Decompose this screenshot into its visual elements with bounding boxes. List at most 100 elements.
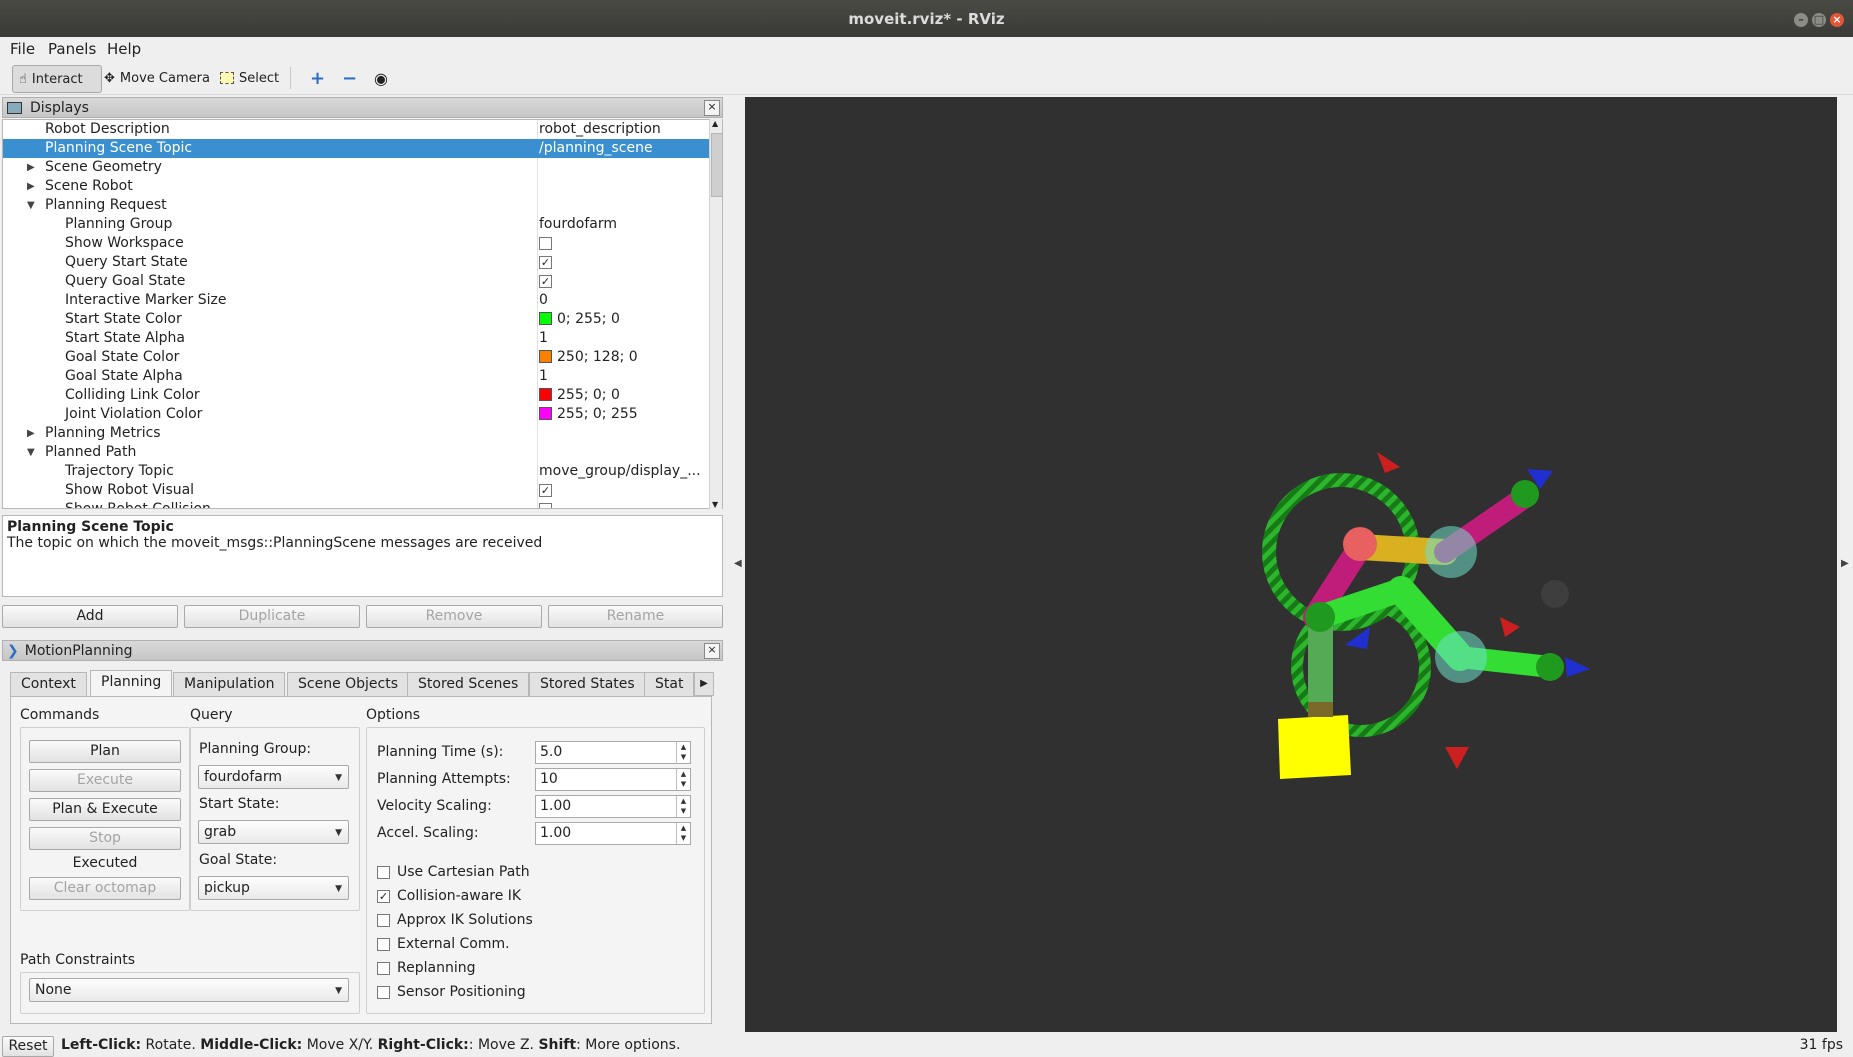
maximize-icon[interactable]: □ bbox=[1812, 13, 1826, 27]
checkbox[interactable] bbox=[539, 502, 552, 508]
tree-row-selected[interactable]: Planning Scene Topic/planning_scene bbox=[3, 139, 709, 158]
tree-row[interactable]: Show Workspace bbox=[3, 234, 709, 253]
sensor-positioning-checkbox[interactable]: Sensor Positioning bbox=[377, 984, 526, 1000]
move-camera-tool-button[interactable]: ✥ Move Camera bbox=[98, 65, 216, 91]
marker-arrow[interactable] bbox=[1377, 452, 1400, 473]
tab-planning[interactable]: Planning bbox=[90, 670, 173, 697]
tree-row[interactable]: Show Robot Collision bbox=[3, 500, 709, 508]
tree-row[interactable]: Start State Color 0; 255; 0 bbox=[3, 310, 709, 329]
tree-row[interactable]: Query Goal State ✓ bbox=[3, 272, 709, 291]
menu-panels[interactable]: Panels bbox=[48, 40, 96, 58]
marker-arrow[interactable] bbox=[1500, 617, 1520, 637]
expand-arrow-icon[interactable]: ▶ bbox=[27, 424, 35, 443]
spin-arrows-icon[interactable]: ▲ ▼ bbox=[676, 796, 690, 817]
plan-execute-button[interactable]: Plan & Execute bbox=[29, 798, 181, 821]
rename-button[interactable]: Rename bbox=[548, 605, 723, 628]
collapse-right-icon[interactable]: ▶ bbox=[1841, 558, 1849, 569]
minimize-icon[interactable]: – bbox=[1794, 13, 1808, 27]
expand-arrow-icon[interactable]: ▶ bbox=[27, 158, 35, 177]
collapse-arrow-icon[interactable]: ▼ bbox=[27, 196, 35, 215]
expand-arrow-icon[interactable]: ▶ bbox=[27, 177, 35, 196]
spin-arrows-icon[interactable]: ▲ ▼ bbox=[676, 823, 690, 844]
tree-row[interactable]: Joint Violation Color 255; 0; 255 bbox=[3, 405, 709, 424]
tree-row[interactable]: Goal State Alpha 1 bbox=[3, 367, 709, 386]
checkbox[interactable]: ✓ bbox=[377, 889, 390, 903]
tree-row[interactable]: Colliding Link Color 255; 0; 0 bbox=[3, 386, 709, 405]
scrollbar-thumb[interactable] bbox=[711, 133, 723, 197]
minus-icon[interactable]: − bbox=[336, 65, 363, 91]
accel-scaling-spinbox[interactable]: 1.00 ▲ ▼ bbox=[535, 822, 691, 845]
collision-aware-ik-checkbox[interactable]: ✓ Collision-aware IK bbox=[377, 888, 521, 904]
checkbox[interactable] bbox=[377, 865, 390, 879]
planning-group-select[interactable]: fourdofarm ▼ bbox=[198, 765, 349, 789]
replanning-checkbox[interactable]: Replanning bbox=[377, 960, 475, 976]
tree-row[interactable]: Planning Group fourdofarm bbox=[3, 215, 709, 234]
checkbox[interactable] bbox=[377, 961, 390, 975]
plus-icon[interactable]: + bbox=[304, 65, 331, 91]
close-icon[interactable]: × bbox=[1830, 13, 1844, 27]
planning-attempts-spinbox[interactable]: 10 ▲ ▼ bbox=[535, 768, 691, 791]
stop-button[interactable]: Stop bbox=[29, 827, 181, 850]
eye-icon[interactable]: ◉ bbox=[368, 65, 394, 91]
start-state-select[interactable]: grab ▼ bbox=[198, 820, 349, 844]
tree-row[interactable]: Show Robot Visual ✓ bbox=[3, 481, 709, 500]
scroll-up-icon[interactable]: ▲ bbox=[712, 119, 718, 128]
clear-octomap-button[interactable]: Clear octomap bbox=[29, 877, 181, 900]
select-tool-button[interactable]: Select bbox=[214, 65, 285, 91]
reset-button[interactable]: Reset bbox=[2, 1036, 54, 1057]
close-icon[interactable]: × bbox=[704, 100, 720, 116]
tab-scene-objects[interactable]: Scene Objects bbox=[287, 672, 410, 696]
checkbox[interactable] bbox=[377, 913, 390, 927]
tab-scroll-right-icon[interactable]: ▶ bbox=[694, 672, 714, 696]
checkbox[interactable] bbox=[377, 937, 390, 951]
planning-time-spinbox[interactable]: 5.0 ▲ ▼ bbox=[535, 741, 691, 764]
3d-render-view[interactable] bbox=[745, 97, 1837, 1032]
duplicate-button[interactable]: Duplicate bbox=[184, 605, 360, 628]
tree-row[interactable]: Trajectory Topic move_group/display_... bbox=[3, 462, 709, 481]
tree-row[interactable]: Robot Description robot_description bbox=[3, 120, 709, 139]
checkbox[interactable]: ✓ bbox=[539, 274, 552, 288]
approx-ik-checkbox[interactable]: Approx IK Solutions bbox=[377, 912, 533, 928]
tree-row[interactable]: Interactive Marker Size 0 bbox=[3, 291, 709, 310]
collapse-arrow-icon[interactable]: ▼ bbox=[27, 443, 35, 462]
tab-stored-states[interactable]: Stored States bbox=[529, 672, 646, 696]
plan-button[interactable]: Plan bbox=[29, 740, 181, 763]
tree-row[interactable]: Goal State Color 250; 128; 0 bbox=[3, 348, 709, 367]
marker-sphere[interactable] bbox=[1435, 631, 1487, 683]
spin-arrows-icon[interactable]: ▲ ▼ bbox=[676, 742, 690, 763]
menu-help[interactable]: Help bbox=[107, 40, 141, 58]
marker-sphere[interactable] bbox=[1425, 526, 1477, 578]
add-button[interactable]: Add bbox=[2, 605, 178, 628]
tree-scrollbar[interactable]: ▲ ▼ bbox=[709, 119, 723, 509]
marker-arrow[interactable] bbox=[1565, 657, 1590, 677]
tree-row[interactable]: ▶ Scene Geometry bbox=[3, 158, 709, 177]
marker-arrow[interactable] bbox=[1445, 747, 1469, 769]
remove-button[interactable]: Remove bbox=[366, 605, 542, 628]
tree-row[interactable]: ▶ Planning Metrics bbox=[3, 424, 709, 443]
tab-context[interactable]: Context bbox=[10, 672, 87, 696]
checkbox[interactable]: ✓ bbox=[539, 255, 552, 269]
external-comm-checkbox[interactable]: External Comm. bbox=[377, 936, 510, 952]
displays-tree[interactable]: Robot Description robot_description Plann… bbox=[2, 119, 723, 509]
tree-row[interactable]: ▶ Scene Robot bbox=[3, 177, 709, 196]
tab-status[interactable]: Stat bbox=[644, 672, 694, 696]
collapse-left-icon[interactable]: ◀ bbox=[734, 558, 742, 569]
tree-row[interactable]: Start State Alpha 1 bbox=[3, 329, 709, 348]
tree-row[interactable]: ▼ Planning Request bbox=[3, 196, 709, 215]
tab-manipulation[interactable]: Manipulation bbox=[173, 672, 286, 696]
menu-file[interactable]: File bbox=[10, 40, 35, 58]
tree-row[interactable]: ▼ Planned Path bbox=[3, 443, 709, 462]
interact-tool-button[interactable]: ☝ Interact bbox=[12, 65, 102, 93]
tree-row[interactable]: Query Start State ✓ bbox=[3, 253, 709, 272]
checkbox[interactable]: ✓ bbox=[539, 483, 552, 497]
checkbox[interactable] bbox=[539, 236, 552, 250]
close-icon[interactable]: × bbox=[704, 643, 720, 659]
velocity-scaling-spinbox[interactable]: 1.00 ▲ ▼ bbox=[535, 795, 691, 818]
spin-arrows-icon[interactable]: ▲ ▼ bbox=[676, 769, 690, 790]
goal-state-select[interactable]: pickup ▼ bbox=[198, 876, 349, 900]
path-constraints-select[interactable]: None ▼ bbox=[29, 978, 349, 1002]
execute-button[interactable]: Execute bbox=[29, 769, 181, 792]
checkbox[interactable] bbox=[377, 985, 390, 999]
tab-stored-scenes[interactable]: Stored Scenes bbox=[407, 672, 530, 696]
use-cartesian-path-checkbox[interactable]: Use Cartesian Path bbox=[377, 864, 530, 880]
